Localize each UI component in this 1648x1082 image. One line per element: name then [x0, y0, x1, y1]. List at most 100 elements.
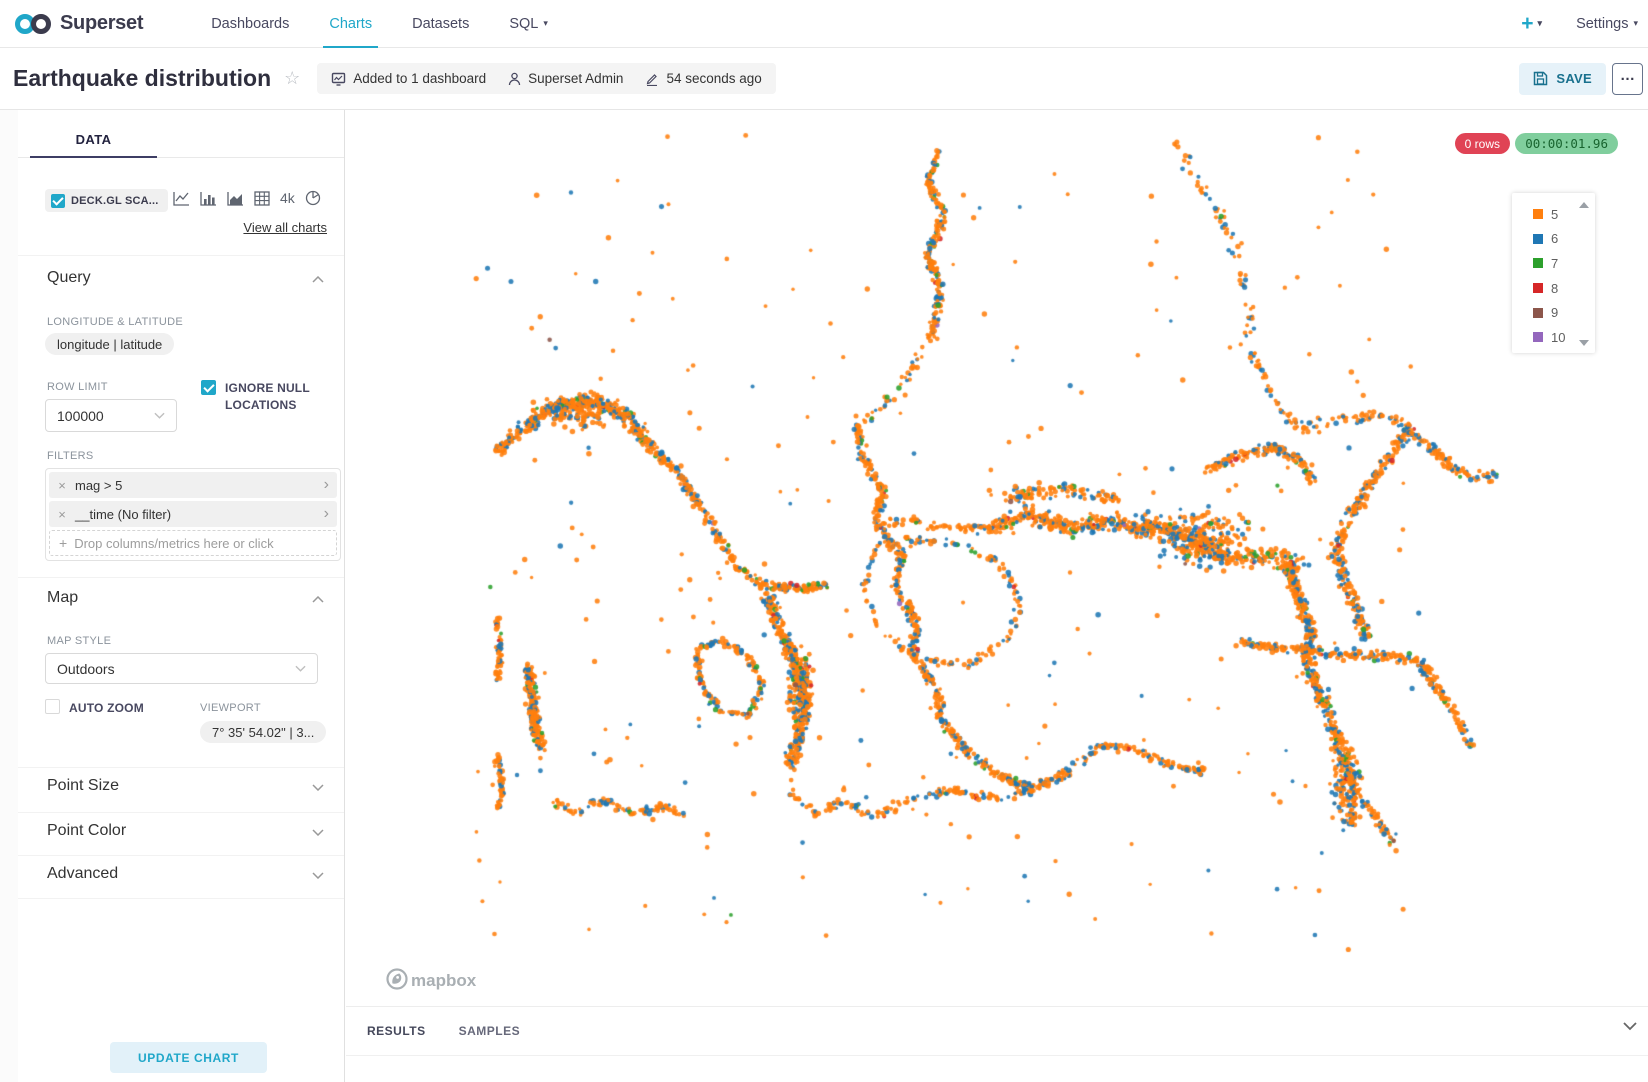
left-rail — [0, 110, 18, 1082]
pie-chart-icon[interactable] — [305, 190, 321, 206]
results-tabs: RESULTS SAMPLES — [346, 1007, 1648, 1056]
viz-alternatives: 4k — [173, 190, 321, 206]
legend-swatch — [1533, 258, 1543, 268]
legend-swatch — [1533, 209, 1543, 219]
area-chart-icon[interactable] — [227, 191, 244, 206]
superset-infinity-icon — [14, 11, 52, 37]
update-chart-button[interactable]: UPDATE CHART — [110, 1042, 267, 1073]
divider — [18, 898, 344, 899]
legend-item: 6 — [1533, 227, 1589, 252]
legend-scroll-up-icon[interactable] — [1579, 202, 1589, 208]
viz-type-checkbox — [51, 194, 65, 208]
legend-swatch — [1533, 234, 1543, 244]
tab-results[interactable]: RESULTS — [367, 1024, 426, 1038]
tab-samples[interactable]: SAMPLES — [459, 1024, 521, 1038]
chevron-up-icon[interactable] — [312, 596, 324, 603]
settings-menu[interactable]: Settings▾ — [1576, 16, 1638, 32]
ignore-null-checkbox[interactable] — [201, 380, 216, 395]
filter-chip[interactable]: × mag > 5 › — [49, 472, 337, 498]
legend-swatch — [1533, 283, 1543, 293]
more-actions-button[interactable]: … — [1612, 63, 1643, 95]
viz-type-chip[interactable]: DECK.GL SCA... — [45, 189, 168, 212]
navbar: Superset Dashboards Charts Datasets SQL▾… — [0, 0, 1648, 48]
new-item-button[interactable]: +▾ — [1521, 12, 1542, 36]
auto-zoom-checkbox[interactable] — [45, 699, 60, 714]
chevron-down-icon[interactable] — [312, 784, 324, 791]
data-panel: DATA DECK.GL SCA... 4k View all char — [18, 110, 345, 1082]
divider — [18, 812, 344, 813]
advanced-section-header[interactable]: Advanced — [47, 865, 118, 883]
nav-item-charts[interactable]: Charts — [309, 0, 392, 48]
plus-icon: + — [59, 535, 67, 551]
viewport-label: VIEWPORT — [200, 702, 261, 714]
mapbox-attribution[interactable]: mapbox — [385, 966, 497, 992]
auto-zoom-checkbox-row[interactable]: AUTO ZOOM — [45, 699, 144, 715]
nav-item-datasets[interactable]: Datasets — [392, 0, 489, 48]
remove-filter-icon[interactable]: × — [49, 507, 75, 522]
caret-down-icon: ▾ — [1633, 19, 1638, 28]
chart-area: 0 rows 00:00:01.96 5 6 7 8 — [346, 110, 1648, 1082]
lonlat-chip[interactable]: longitude | latitude — [45, 333, 174, 355]
chevron-down-icon[interactable] — [312, 829, 324, 836]
header-actions: SAVE … — [1519, 63, 1643, 95]
chevron-right-icon[interactable]: › — [324, 506, 329, 522]
row-limit-select[interactable]: 100000 — [45, 399, 177, 432]
map-style-select[interactable]: Outdoors — [45, 653, 318, 684]
lonlat-label: LONGITUDE & LATITUDE — [47, 316, 183, 328]
filter-chip[interactable]: × __time (No filter) › — [49, 501, 337, 527]
chevron-down-icon — [154, 412, 165, 419]
view-all-charts-link[interactable]: View all charts — [243, 220, 327, 235]
chart-header: Earthquake distribution ☆ Added to 1 das… — [0, 48, 1648, 110]
divider — [18, 855, 344, 856]
ignore-null-checkbox-row[interactable]: IGNORE NULL LOCATIONS — [201, 380, 323, 414]
divider — [18, 767, 344, 768]
caret-down-icon: ▾ — [543, 19, 548, 28]
chevron-down-icon — [295, 665, 306, 672]
chevron-right-icon[interactable]: › — [324, 477, 329, 493]
scatter-map-canvas[interactable] — [346, 110, 1648, 1007]
nav-item-sql[interactable]: SQL▾ — [489, 0, 568, 48]
line-chart-icon[interactable] — [173, 191, 190, 206]
map-style-label: MAP STYLE — [47, 635, 111, 647]
legend-item: 7 — [1533, 251, 1589, 276]
ignore-null-label: IGNORE NULL LOCATIONS — [225, 380, 323, 414]
auto-zoom-label: AUTO ZOOM — [69, 699, 144, 715]
collapse-results-icon[interactable] — [1622, 1021, 1638, 1031]
remove-filter-icon[interactable]: × — [49, 478, 75, 493]
query-section-header[interactable]: Query — [47, 269, 91, 287]
bar-chart-icon[interactable] — [200, 191, 217, 206]
favorite-star-icon[interactable]: ☆ — [284, 68, 300, 89]
dashboard-count-badge[interactable]: Added to 1 dashboard — [331, 71, 486, 86]
dashboard-icon — [331, 72, 346, 86]
row-limit-label: ROW LIMIT — [47, 381, 108, 393]
divider — [18, 577, 344, 578]
save-button[interactable]: SAVE — [1519, 63, 1606, 95]
table-icon[interactable] — [254, 191, 270, 206]
legend-scroll-down-icon[interactable] — [1579, 340, 1589, 346]
caret-down-icon: ▾ — [1538, 19, 1543, 28]
viz-4k-label[interactable]: 4k — [280, 190, 295, 206]
filters-label: FILTERS — [47, 450, 94, 462]
superset-logo[interactable]: Superset — [14, 11, 143, 37]
owner-badge[interactable]: Superset Admin — [508, 71, 623, 86]
chevron-up-icon[interactable] — [312, 276, 324, 283]
point-size-section-header[interactable]: Point Size — [47, 777, 119, 795]
legend-swatch — [1533, 308, 1543, 318]
chevron-down-icon[interactable] — [312, 872, 324, 879]
tab-data[interactable]: DATA — [30, 122, 157, 158]
point-color-section-header[interactable]: Point Color — [47, 822, 126, 840]
query-timer-badge: 00:00:01.96 — [1515, 133, 1618, 154]
legend-item: 9 — [1533, 300, 1589, 325]
filters-box: × mag > 5 › × __time (No filter) › + Dro… — [45, 468, 341, 561]
user-icon — [508, 72, 521, 86]
viewport-chip[interactable]: 7° 35' 54.02" | 3... — [200, 721, 326, 743]
last-modified-badge[interactable]: 54 seconds ago — [645, 71, 761, 86]
map-section-header[interactable]: Map — [47, 589, 78, 607]
row-count-badge: 0 rows — [1455, 133, 1510, 154]
legend-item: 8 — [1533, 276, 1589, 301]
map-region[interactable]: 0 rows 00:00:01.96 5 6 7 8 — [346, 110, 1648, 1007]
nav-item-dashboards[interactable]: Dashboards — [191, 0, 309, 48]
svg-text:mapbox: mapbox — [411, 971, 477, 990]
pencil-icon — [645, 72, 659, 86]
filter-drop-zone[interactable]: + Drop columns/metrics here or click — [49, 530, 337, 556]
